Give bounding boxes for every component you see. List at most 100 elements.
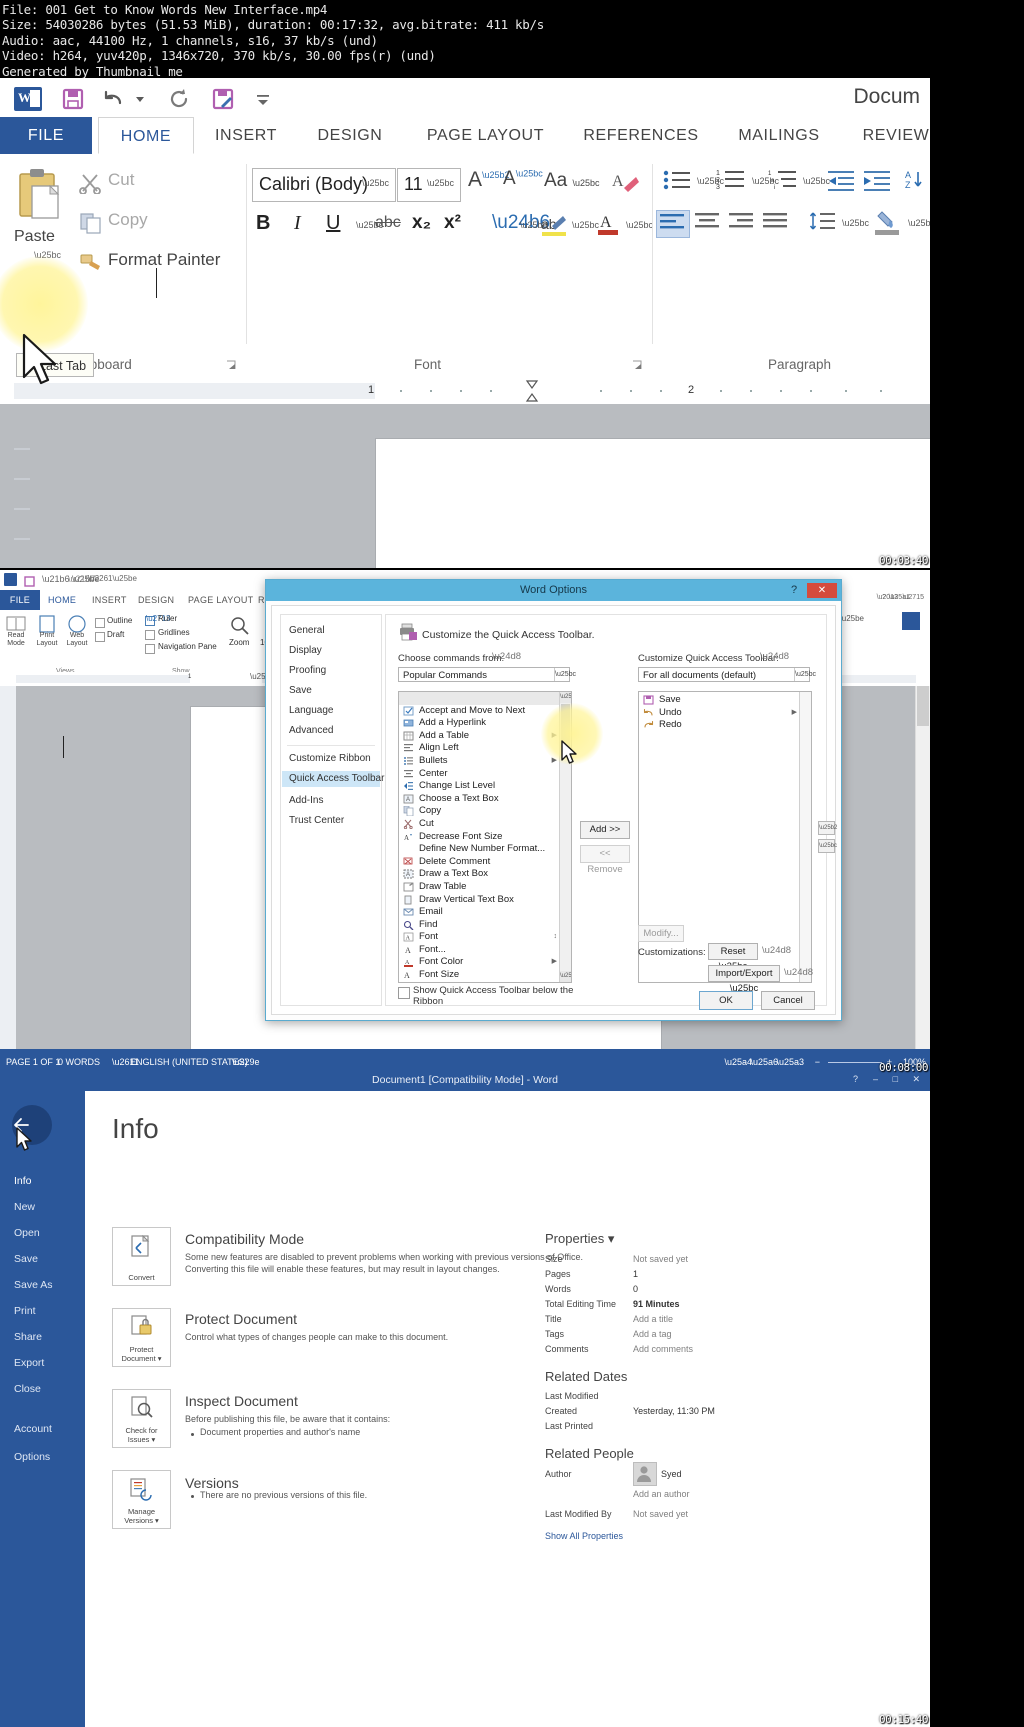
tab-references[interactable]: REFERENCES xyxy=(570,117,712,154)
tab-review[interactable]: REVIEW xyxy=(848,117,930,154)
cut-icon[interactable] xyxy=(78,172,104,195)
rail-item-new[interactable]: New xyxy=(14,1201,35,1213)
list-item[interactable]: Delete Comment xyxy=(399,856,560,869)
list-item[interactable]: Align Left xyxy=(399,742,560,755)
tab-design[interactable]: DESIGN xyxy=(138,590,174,610)
horizontal-ruler[interactable]: 1 2 xyxy=(0,378,930,404)
close-icon[interactable]: ✕ xyxy=(912,1074,920,1085)
close-icon[interactable]: ✕ xyxy=(807,583,837,598)
web-layout-label[interactable]: Web Layout xyxy=(62,632,92,648)
superscript-button[interactable]: x² xyxy=(444,212,461,234)
rail-item-options[interactable]: Options xyxy=(14,1451,50,1463)
protect-document-button[interactable]: Protect Document ▾ xyxy=(112,1308,171,1367)
list-item[interactable]: Define New Number Format... xyxy=(399,843,560,856)
word-options-dialog[interactable]: Word Options ? ✕ General Display Proofin… xyxy=(265,579,842,1021)
document-canvas[interactable] xyxy=(0,404,930,568)
rail-item-account[interactable]: Account xyxy=(14,1423,52,1435)
sort-icon[interactable]: AZ xyxy=(904,168,930,194)
change-case-icon[interactable]: Aa \u25bc xyxy=(544,170,600,192)
decrease-indent-icon[interactable] xyxy=(826,168,856,194)
nav-general[interactable]: General xyxy=(289,623,325,639)
ruler-label[interactable]: Ruler xyxy=(158,614,177,623)
font-size-input[interactable]: 11 \u25bc xyxy=(397,168,461,202)
prop-val-tags[interactable]: Add a tag xyxy=(633,1329,672,1339)
clipboard-dialog-launcher[interactable] xyxy=(226,360,236,370)
convert-button[interactable]: Convert xyxy=(112,1227,171,1286)
choose-commands-combo[interactable]: Popular Commands \u25bc xyxy=(398,667,576,682)
rail-item-open[interactable]: Open xyxy=(14,1227,40,1239)
prop-val-title[interactable]: Add a title xyxy=(633,1314,673,1324)
chevron-down-icon[interactable]: \u25bc xyxy=(626,220,653,230)
show-all-properties-link[interactable]: Show All Properties xyxy=(545,1531,623,1541)
customize-qat-combo[interactable]: For all documents (default) \u25bc xyxy=(638,667,816,682)
multilevel-list-icon[interactable]: 1ai xyxy=(768,168,800,194)
gridlines-checkbox[interactable] xyxy=(145,630,155,640)
add-author-link[interactable]: Add an author xyxy=(633,1489,690,1499)
list-item[interactable]: A Choose a Text Box xyxy=(399,793,560,806)
tab-design[interactable]: DESIGN xyxy=(300,117,400,154)
nav-add-ins[interactable]: Add-Ins xyxy=(289,793,323,809)
list-item[interactable]: Redo xyxy=(639,719,800,732)
ruler-checkbox[interactable]: \u2713 xyxy=(145,614,170,626)
list-item[interactable]: Save xyxy=(639,694,800,707)
prop-val-comments[interactable]: Add comments xyxy=(633,1344,693,1354)
format-painter-icon[interactable] xyxy=(78,252,104,274)
bullets-icon[interactable] xyxy=(662,168,692,194)
list-item[interactable]: Draw Table xyxy=(399,881,560,894)
font-color-icon[interactable]: A xyxy=(596,210,622,238)
help-icon[interactable]: ? xyxy=(853,1074,858,1084)
italic-button[interactable]: I xyxy=(294,212,301,235)
nav-pane-checkbox[interactable] xyxy=(145,644,155,654)
rail-item-print[interactable]: Print xyxy=(14,1305,36,1317)
zoom-icon[interactable] xyxy=(230,616,250,636)
line-spacing-icon[interactable] xyxy=(808,210,838,236)
print-layout-label[interactable]: Print Layout xyxy=(32,632,62,648)
tab-page-layout[interactable]: PAGE LAYOUT xyxy=(188,590,253,610)
tab-file[interactable]: FILE xyxy=(0,117,92,154)
align-right-icon[interactable] xyxy=(726,210,756,236)
clear-formatting-icon[interactable]: A xyxy=(610,168,640,196)
list-item[interactable]: A Font Size xyxy=(399,969,560,982)
tab-page-layout[interactable]: PAGE LAYOUT xyxy=(408,117,563,154)
nav-save[interactable]: Save xyxy=(289,683,312,699)
shrink-font-icon[interactable]: A\u25bc xyxy=(503,168,543,190)
chevron-down-icon[interactable]: \u25bc xyxy=(842,218,869,228)
list-item[interactable]: Change List Level xyxy=(399,780,560,793)
list-item[interactable]: Email xyxy=(399,906,560,919)
vertical-scrollbar[interactable] xyxy=(915,686,930,1049)
tab-references[interactable]: R xyxy=(258,590,265,610)
tab-home[interactable]: HOME xyxy=(98,117,194,154)
cut-label[interactable]: Cut xyxy=(108,170,134,190)
underline-button[interactable]: U xyxy=(326,212,340,235)
zoom-label[interactable]: Zoom xyxy=(229,638,249,647)
list-item[interactable]: Add a Hyperlink xyxy=(399,717,560,730)
nav-pane-label[interactable]: Navigation Pane xyxy=(158,642,217,651)
list-item[interactable]: Center xyxy=(399,768,560,781)
minimize-icon[interactable]: – xyxy=(873,1074,878,1084)
add-button[interactable]: Add >> xyxy=(580,821,630,839)
nav-language[interactable]: Language xyxy=(289,703,334,719)
rail-item-close[interactable]: Close xyxy=(14,1383,41,1395)
save-icon[interactable] xyxy=(60,86,86,112)
read-mode-label[interactable]: Read Mode xyxy=(2,632,30,648)
cancel-button[interactable]: Cancel xyxy=(761,991,815,1010)
tab-home[interactable]: HOME xyxy=(48,590,76,610)
subscript-button[interactable]: x₂ xyxy=(412,212,431,234)
document-page[interactable] xyxy=(375,438,930,568)
format-painter-label[interactable]: Format Painter xyxy=(108,250,220,270)
nav-quick-access-toolbar[interactable]: Quick Access Toolbar xyxy=(282,771,384,787)
justify-icon[interactable] xyxy=(760,210,790,236)
strikethrough-button[interactable]: abc xyxy=(375,214,401,232)
align-left-icon[interactable] xyxy=(656,210,690,238)
list-item[interactable]: A Decrease Font Size xyxy=(399,831,560,844)
info-icon[interactable]: \u24d8 xyxy=(784,967,813,978)
tab-mailings[interactable]: MAILINGS xyxy=(720,117,838,154)
font-family-input[interactable]: Calibri (Body) \u25bc xyxy=(252,168,396,202)
info-icon[interactable]: \u24d8 xyxy=(762,945,791,956)
ok-button[interactable]: OK xyxy=(699,991,753,1010)
chevron-down-icon[interactable]: \u25bc xyxy=(572,220,599,230)
tab-insert[interactable]: INSERT xyxy=(198,117,294,154)
list-item[interactable] xyxy=(399,692,560,705)
outline-label[interactable]: Outline xyxy=(107,616,132,625)
nav-customize-ribbon[interactable]: Customize Ribbon xyxy=(289,751,371,767)
